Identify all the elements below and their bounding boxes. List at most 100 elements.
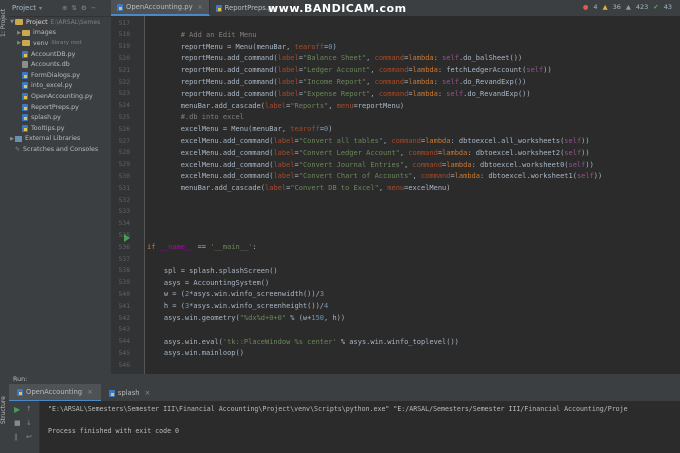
code-token: # Add an Edit Menu (147, 30, 257, 39)
line-number: 517 (118, 19, 130, 27)
code-token: self (576, 172, 594, 181)
code-token: )) (585, 160, 594, 169)
run-console[interactable]: "E:\ARSAL\Semesters\Semester III\Financi… (40, 401, 680, 453)
code-line: reportMenu = Menu(menuBar, tearoff=0) (147, 42, 337, 54)
warning-icon: ▲ (602, 3, 608, 11)
close-icon[interactable]: × (87, 388, 93, 396)
line-number: 520 (118, 54, 130, 62)
close-icon[interactable]: × (145, 389, 151, 397)
code-line: asys = AccountingSystem() (147, 278, 269, 290)
recorder-watermark: www.BANDICAM.com (268, 2, 407, 15)
code-token: command (374, 54, 405, 63)
code-token: command (391, 137, 421, 145)
folder-icon (22, 40, 30, 47)
code-token: "Convert Journal Entries" (298, 160, 405, 169)
line-number: 530 (118, 172, 130, 180)
code-line: reportMenu.add_command(label="Ledger Acc… (147, 65, 552, 77)
code-token: "Income Report" (302, 78, 367, 86)
code-token: command (378, 89, 409, 98)
code-line: #.db into excel (147, 112, 244, 124)
close-icon[interactable]: × (198, 4, 203, 11)
python-file-icon (22, 82, 28, 90)
run-tab[interactable]: OpenAccounting × (9, 384, 101, 402)
code-token: =excelMenu) (404, 184, 451, 193)
tree-item[interactable]: into_excel.py (9, 81, 111, 92)
scroll-down-icon[interactable]: ↓ (26, 419, 32, 427)
code-line: if __name__ == '__main__': (147, 242, 257, 254)
line-number: 544 (118, 338, 130, 346)
tree-item[interactable]: ReportPreps.py (9, 102, 111, 113)
project-root-path: E:\ARSAL\Semes (50, 18, 101, 26)
tree-item[interactable]: OpenAccounting.py (9, 91, 111, 102)
tree-item[interactable]: AccountDB.py (9, 49, 111, 60)
code-token: menu (387, 184, 405, 193)
code-token: )) (581, 148, 590, 157)
code-token: "Balance Sheet" (302, 54, 367, 63)
code-token: reportMenu.add_command( (147, 54, 278, 63)
code-token: excelMenu.add_command( (147, 160, 274, 169)
code-token: asys.win.geometry( (147, 314, 240, 322)
gear-icon[interactable]: ⚙ (81, 4, 87, 12)
rerun-icon[interactable]: ▶ (14, 405, 20, 414)
line-number: 518 (118, 31, 130, 39)
python-file-icon (22, 71, 28, 79)
run-gutter-icon[interactable] (124, 234, 130, 242)
code-token: command (420, 172, 451, 181)
console-line: "E:\ARSAL\Semesters\Semester III\Financi… (48, 405, 628, 413)
code-token: label (273, 160, 295, 169)
code-token: h = ( (147, 302, 185, 311)
tree-item[interactable]: ▶ venv library root (9, 38, 111, 49)
project-root-row[interactable]: ▼ Project E:\ARSAL\Semes (9, 17, 111, 28)
run-tab[interactable]: splash × (101, 385, 158, 401)
collapse-all-icon[interactable]: ⇅ (71, 4, 76, 12)
tree-item[interactable]: splash.py (9, 112, 111, 123)
editor-gutter[interactable]: 517 518 519 520 521 522 523 524 525 526 527 528 529 5… (111, 16, 145, 374)
tree-item[interactable]: Tooltips.py (9, 123, 111, 134)
line-number: 525 (118, 113, 130, 121)
code-token: % (w+ (286, 314, 312, 322)
code-token: excelMenu.add_command( (147, 148, 274, 157)
tree-item[interactable]: Accounts.db (9, 59, 111, 70)
inspection-indicators[interactable]: ● 4 ▲ 36 ▲ 423 ✔ 43 (583, 3, 672, 11)
code-token: .do_RevandExp()) (463, 89, 531, 98)
code-token: w = ( (147, 290, 185, 299)
code-token: spl = splash.splashScreen() (147, 266, 278, 275)
code-token: self (446, 89, 464, 98)
target-icon[interactable]: ⊕ (62, 4, 67, 12)
code-token: reportMenu.add_command( (147, 89, 278, 98)
wrap-icon[interactable]: ↩ (26, 433, 32, 441)
code-token: self (568, 160, 586, 169)
tree-item[interactable]: ▶ images (9, 28, 111, 39)
structure-tool-window-button[interactable]: Structure (0, 392, 9, 428)
code-token: % asys.win.winfo_toplevel()) (336, 337, 459, 346)
code-editor[interactable]: # Add an Edit Menu reportMenu = Menu(men… (145, 16, 680, 374)
editor-tab[interactable]: OpenAccounting.py × (111, 0, 210, 16)
external-libraries-row[interactable]: ▶ External Libraries (9, 134, 111, 145)
code-token: lambda (412, 66, 438, 75)
code-token: "Ledger Account" (302, 66, 371, 75)
folder-icon (15, 19, 23, 26)
line-number: 541 (118, 302, 130, 310)
line-number: 536 (118, 243, 130, 251)
pause-icon[interactable]: ∥ (14, 433, 18, 441)
project-view-title[interactable]: Project (12, 4, 36, 12)
code-token: label (277, 66, 299, 75)
scratches-row[interactable]: ✎ Scratches and Consoles (9, 144, 111, 155)
line-number: 523 (118, 90, 130, 98)
line-number: 533 (118, 208, 130, 216)
stop-icon[interactable]: ■ (14, 419, 21, 427)
code-token: self (526, 66, 544, 75)
chevron-down-icon[interactable]: ▾ (39, 5, 42, 12)
code-token: , h)) (324, 314, 346, 322)
code-token: excelMenu = Menu(menuBar, (147, 125, 291, 134)
scratches-label: Scratches and Consoles (23, 145, 99, 153)
code-token: lambda (425, 137, 451, 145)
tree-item[interactable]: FormDialogs.py (9, 70, 111, 81)
code-token: asys.win.mainloop() (147, 349, 244, 358)
project-tool-window-button[interactable]: 1: Project (0, 4, 9, 42)
line-number: 545 (118, 349, 130, 357)
hide-icon[interactable]: − (91, 4, 96, 12)
code-line: menuBar.add_cascade(label="Reports", men… (147, 101, 404, 113)
scroll-up-icon[interactable]: ↑ (26, 405, 32, 413)
line-number: 531 (118, 184, 130, 192)
